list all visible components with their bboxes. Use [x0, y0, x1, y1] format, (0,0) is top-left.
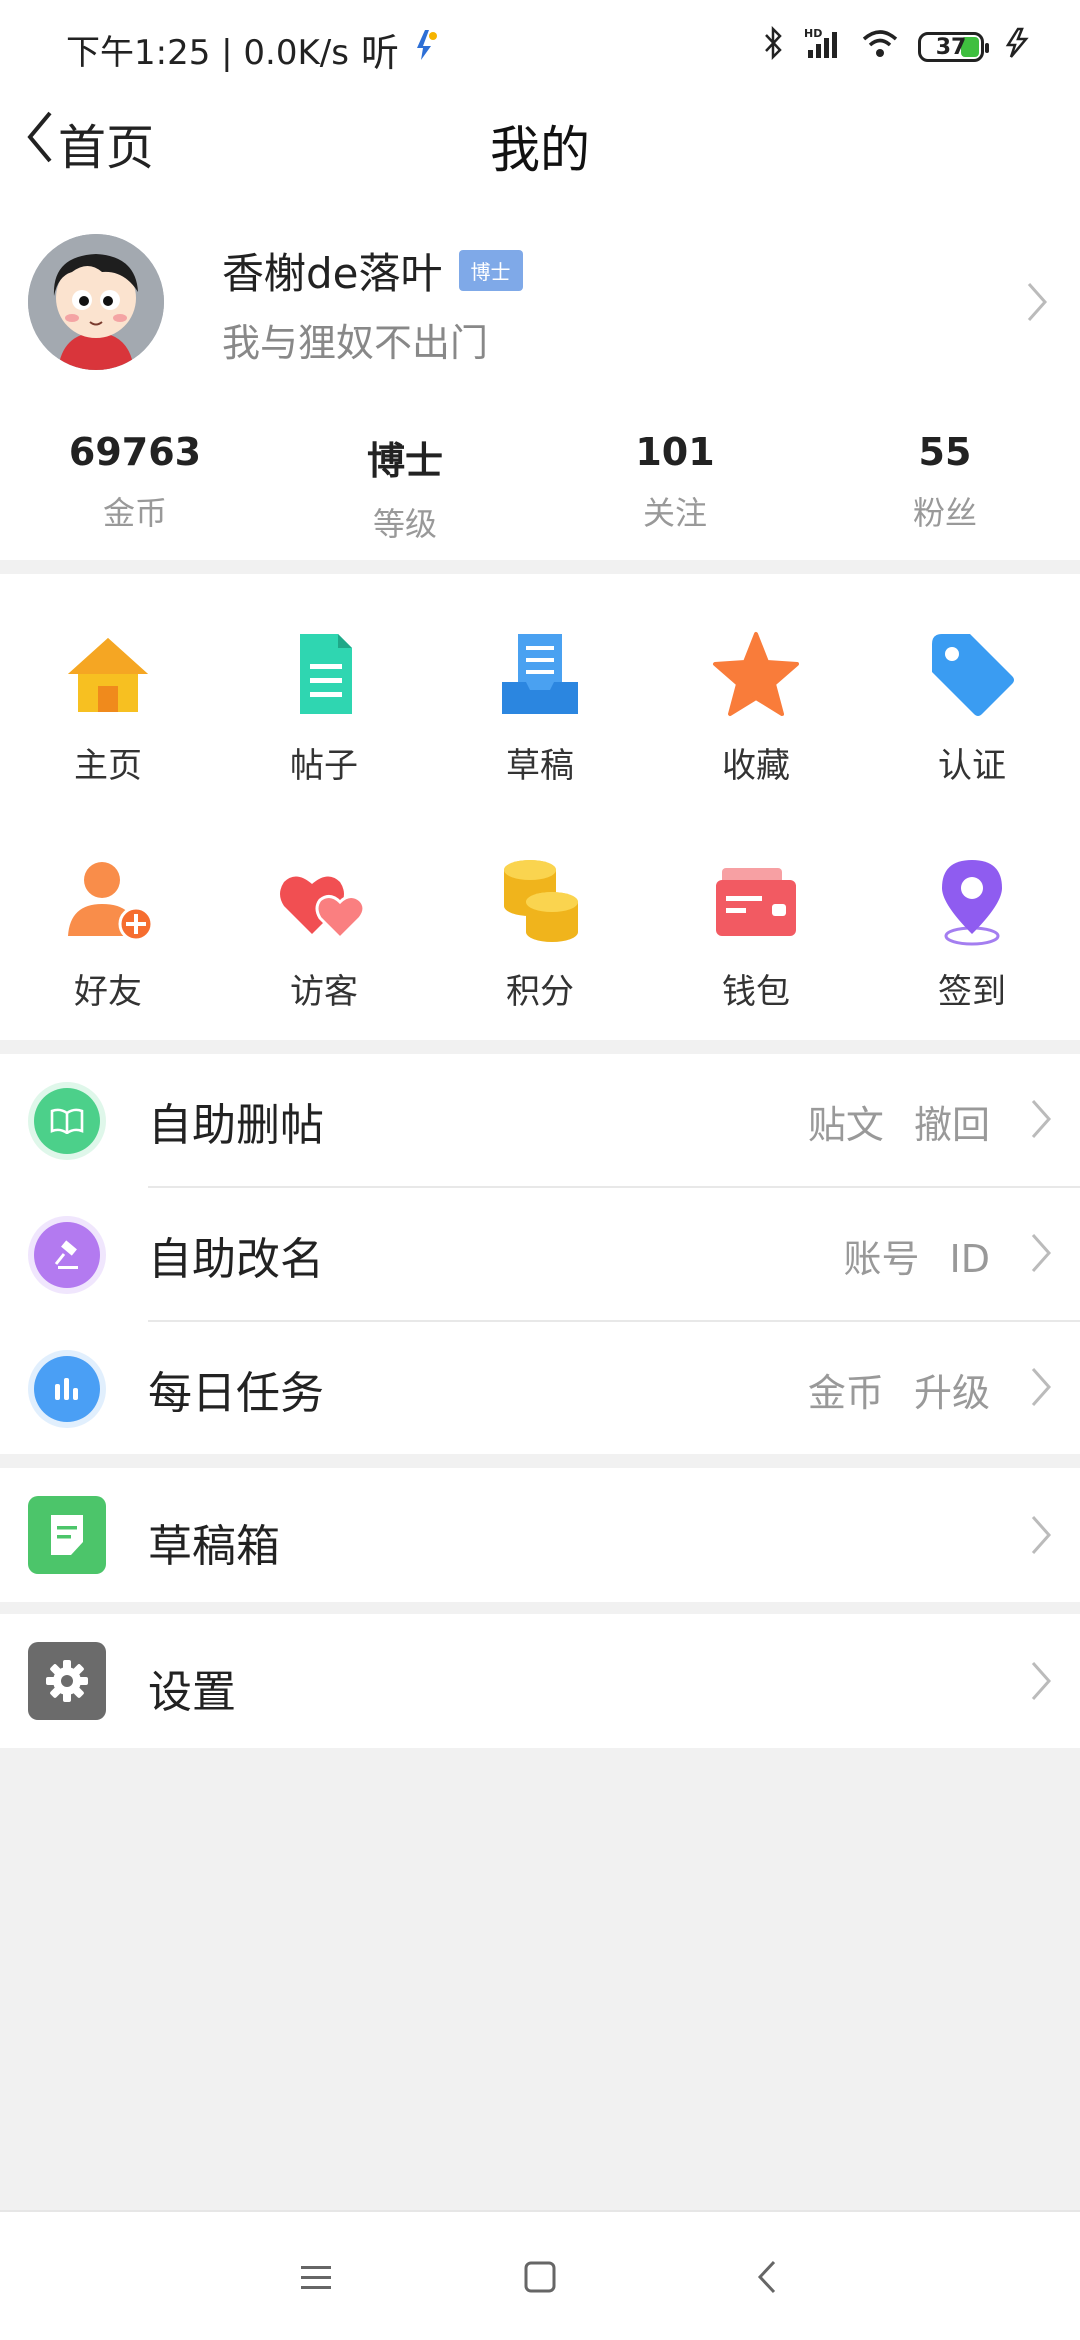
coins-icon [490, 850, 590, 950]
row-settings[interactable]: 设置 [0, 1614, 1080, 1748]
grid-label: 认证 [938, 746, 1006, 786]
back-nav-icon[interactable] [742, 2252, 792, 2302]
username-row: 香榭de落叶 博士 [222, 240, 523, 301]
stat-value: 55 [918, 430, 972, 474]
stat-coins[interactable]: 69763 金币 [0, 430, 270, 545]
grid-label: 主页 [74, 746, 142, 786]
stat-label: 关注 [642, 494, 707, 532]
grid-item-points[interactable]: 积分 [432, 850, 648, 1040]
chevron-right-icon [1030, 1097, 1052, 1145]
stat-label: 等级 [372, 505, 437, 543]
row-drafts-box[interactable]: 草稿箱 [0, 1468, 1080, 1602]
page-title: 我的 [490, 121, 590, 179]
avatar[interactable] [28, 234, 164, 370]
hearts-icon [274, 850, 374, 950]
stat-label: 金币 [102, 494, 167, 532]
grid-label: 帖子 [290, 746, 358, 786]
status-left: 下午1:25 | 0.0K/s 听 [66, 22, 441, 77]
username: 香榭de落叶 [222, 249, 443, 298]
row-hint: 贴文 撤回 [807, 1102, 990, 1147]
home-icon [58, 624, 158, 724]
grid-label: 钱包 [722, 972, 790, 1012]
feature-grid: 主页 帖子 草稿 收藏 认证 好友 访客 积分 钱包 签到 [0, 574, 1080, 1040]
battery-icon: 37 [918, 32, 989, 62]
signal-icon: HD [802, 26, 842, 68]
row-label: 草稿箱 [148, 1521, 280, 1572]
chevron-right-icon [1030, 1513, 1052, 1561]
grid-item-wallet[interactable]: 钱包 [648, 850, 864, 1040]
gavel-icon [34, 1222, 100, 1288]
grid-item-drafts[interactable]: 草稿 [432, 624, 648, 814]
charging-icon [1002, 26, 1032, 68]
grid-label: 草稿 [506, 746, 574, 786]
grid-item-friends[interactable]: 好友 [0, 850, 216, 1040]
chevron-right-icon [1030, 1659, 1052, 1707]
profile-stats: 69763 金币 博士 等级 101 关注 55 粉丝 [0, 430, 1080, 545]
grid-item-verify[interactable]: 认证 [864, 624, 1080, 814]
level-badge: 博士 [458, 250, 523, 291]
row-label: 自助改名 [148, 1234, 324, 1285]
bluetooth-icon [762, 25, 784, 68]
gear-icon [28, 1642, 106, 1720]
chevron-right-icon [1030, 1365, 1052, 1413]
grid-item-posts[interactable]: 帖子 [216, 624, 432, 814]
chevron-right-icon [1030, 1231, 1052, 1279]
bar-chart-icon [34, 1356, 100, 1422]
star-icon [706, 624, 806, 724]
stat-following[interactable]: 101 关注 [540, 430, 810, 545]
note-icon [28, 1496, 106, 1574]
grid-label: 收藏 [722, 746, 790, 786]
stat-value: 101 [635, 430, 715, 474]
draft-tray-icon [490, 624, 590, 724]
tag-icon [922, 624, 1022, 724]
grid-item-home[interactable]: 主页 [0, 624, 216, 814]
nav-bar: 首页 我的 [0, 90, 1080, 200]
status-listen: 听 [360, 31, 399, 75]
status-right: HD 37 [762, 25, 1032, 68]
chevron-right-icon [1026, 280, 1048, 328]
grid-item-visitors[interactable]: 访客 [216, 850, 432, 1040]
grid-item-favorites[interactable]: 收藏 [648, 624, 864, 814]
grid-label: 访客 [290, 972, 358, 1012]
book-icon [34, 1088, 100, 1154]
system-nav-bar [0, 2210, 1080, 2340]
grid-label: 签到 [938, 972, 1006, 1012]
wallet-icon [706, 850, 806, 950]
row-self-delete[interactable]: 自助删帖 贴文 撤回 [0, 1054, 1080, 1188]
add-friend-icon [58, 850, 158, 950]
row-self-rename[interactable]: 自助改名 账号 ID [0, 1188, 1080, 1322]
menu-icon[interactable] [291, 2252, 341, 2302]
svg-text:HD: HD [804, 27, 822, 40]
stat-value: 69763 [68, 430, 202, 474]
app-notification-icon [411, 28, 441, 71]
row-hint: 金币 升级 [807, 1370, 990, 1415]
row-label: 自助删帖 [148, 1100, 324, 1151]
status-time-speed: 下午1:25 | 0.0K/s [66, 33, 349, 73]
stat-label: 粉丝 [912, 494, 977, 532]
stat-level[interactable]: 博士 等级 [270, 430, 540, 545]
row-label: 设置 [148, 1667, 236, 1718]
signature: 我与狸奴不出门 [222, 321, 489, 365]
home-button-icon[interactable] [515, 2252, 565, 2302]
stat-value: 博士 [366, 439, 443, 483]
grid-label: 好友 [74, 972, 142, 1012]
profile-card[interactable]: 香榭de落叶 博士 我与狸奴不出门 69763 金币 博士 等级 101 关注 … [0, 200, 1080, 560]
row-label: 每日任务 [148, 1368, 324, 1419]
wifi-icon [860, 26, 900, 68]
stat-followers[interactable]: 55 粉丝 [810, 430, 1080, 545]
battery-level: 37 [935, 34, 967, 60]
grid-label: 积分 [506, 972, 574, 1012]
location-pin-icon [922, 850, 1022, 950]
row-hint: 账号 ID [843, 1236, 990, 1281]
tools-list: 自助删帖 贴文 撤回 自助改名 账号 ID 每日任务 金币 升级 [0, 1054, 1080, 1454]
document-icon [274, 624, 374, 724]
status-bar: 下午1:25 | 0.0K/s 听 HD 37 [0, 0, 1080, 90]
grid-item-checkin[interactable]: 签到 [864, 850, 1080, 1040]
row-daily-tasks[interactable]: 每日任务 金币 升级 [0, 1322, 1080, 1456]
